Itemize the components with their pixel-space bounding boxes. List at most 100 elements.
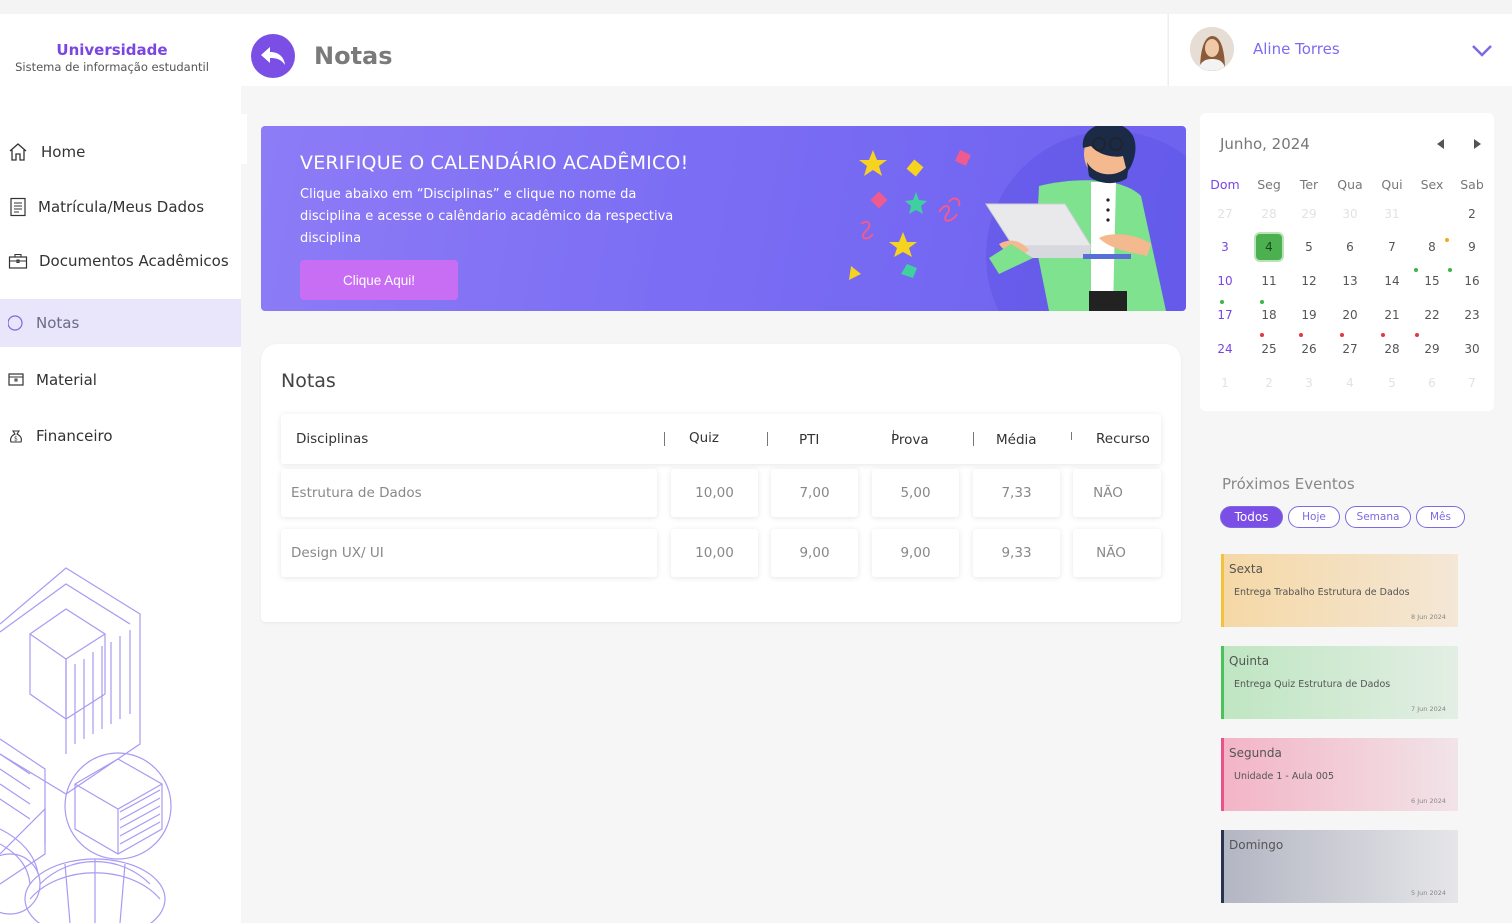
calendar-day[interactable]: 30: [1336, 202, 1364, 226]
calendar-day[interactable]: 27: [1336, 337, 1364, 361]
academic-calendar-banner: VERIFIQUE O CALENDÁRIO ACADÊMICO! Clique…: [261, 126, 1186, 311]
circle-icon: [8, 313, 28, 333]
calendar-day[interactable]: 4: [1336, 371, 1364, 395]
banner-title: VERIFIQUE O CALENDÁRIO ACADÊMICO!: [300, 152, 689, 174]
calendar-day[interactable]: 29: [1418, 337, 1446, 361]
calendar-day[interactable]: 19: [1295, 303, 1323, 327]
column-separator: [1071, 432, 1072, 440]
filter-hoje[interactable]: Hoje: [1288, 506, 1340, 528]
sidebar-item-label: Home: [41, 143, 86, 161]
event-day: Sexta: [1229, 562, 1263, 576]
calendar-day[interactable]: 5: [1378, 371, 1406, 395]
event-card[interactable]: Domingo 5 Jun 2024: [1221, 830, 1458, 903]
event-day: Domingo: [1229, 838, 1284, 852]
filter-mes[interactable]: Mês: [1416, 506, 1465, 528]
calendar-day[interactable]: 2: [1458, 202, 1486, 226]
event-description: Unidade 1 - Aula 005: [1234, 771, 1335, 782]
sidebar-item-financeiro[interactable]: $ Financeiro: [0, 412, 241, 460]
sidebar-item-documentos[interactable]: Documentos Acadêmicos: [0, 237, 241, 285]
sidebar-item-home[interactable]: Home: [0, 128, 241, 176]
column-header-quiz[interactable]: Quiz: [689, 430, 719, 446]
event-card[interactable]: Quinta Entrega Quiz Estrutura de Dados 7…: [1221, 646, 1458, 719]
calendar-day[interactable]: 17: [1211, 303, 1239, 327]
sidebar-active-notch: [237, 114, 247, 164]
calendar-day[interactable]: 23: [1458, 303, 1486, 327]
calendar-prev-icon[interactable]: [1436, 139, 1446, 149]
calendar-day[interactable]: 15: [1418, 269, 1446, 293]
chevron-down-icon[interactable]: [1471, 44, 1493, 58]
event-day: Quinta: [1229, 654, 1270, 668]
event-date: 6 Jun 2024: [1411, 797, 1446, 805]
column-header-pti[interactable]: PTI: [799, 432, 819, 448]
filter-semana[interactable]: Semana: [1345, 506, 1411, 528]
document-icon: [8, 197, 28, 217]
back-button[interactable]: [251, 34, 295, 78]
calendar-day[interactable]: 24: [1211, 337, 1239, 361]
calendar-next-icon[interactable]: [1472, 139, 1482, 149]
grade-cell-disciplina[interactable]: Design UX/ UI: [281, 529, 657, 577]
calendar-day[interactable]: 16: [1458, 269, 1486, 293]
calendar-day[interactable]: 31: [1378, 202, 1406, 226]
grade-cell-quiz: 10,00: [671, 529, 758, 577]
calendar-day[interactable]: 6: [1418, 371, 1446, 395]
event-dot-red: [1260, 333, 1264, 337]
column-header-prova[interactable]: Prova: [891, 432, 929, 448]
brand-subtitle: Sistema de informação estudantil: [15, 60, 209, 74]
sidebar-item-material[interactable]: Material: [0, 356, 241, 404]
calendar-day[interactable]: 27: [1211, 202, 1239, 226]
grade-cell-media: 7,33: [973, 469, 1060, 517]
calendar-day[interactable]: 7: [1458, 371, 1486, 395]
grade-cell-media: 9,33: [973, 529, 1060, 577]
calendar-day[interactable]: 10: [1211, 269, 1239, 293]
calendar-day[interactable]: 11: [1255, 269, 1283, 293]
event-date: 7 Jun 2024: [1411, 705, 1446, 713]
grade-cell-prova: 5,00: [872, 469, 959, 517]
calendar-day[interactable]: 28: [1378, 337, 1406, 361]
calendar-day[interactable]: 26: [1295, 337, 1323, 361]
event-dot-green: [1260, 300, 1264, 304]
calendar-day[interactable]: 13: [1336, 269, 1364, 293]
calendar-day[interactable]: 29: [1295, 202, 1323, 226]
calendar-weekday: Seg: [1257, 177, 1281, 192]
event-dot-green: [1448, 268, 1452, 272]
avatar: [1190, 27, 1234, 71]
grade-cell-prova: 9,00: [872, 529, 959, 577]
column-header-disciplinas[interactable]: Disciplinas: [296, 431, 368, 447]
calendar-day-today[interactable]: 4: [1256, 234, 1282, 260]
sidebar-item-matricula[interactable]: Matrícula/Meus Dados: [0, 183, 241, 231]
money-bag-icon: $: [8, 426, 28, 446]
calendar-day[interactable]: 20: [1336, 303, 1364, 327]
event-card[interactable]: Sexta Entrega Trabalho Estrutura de Dado…: [1221, 554, 1458, 627]
sidebar: Universidade Sistema de informação estud…: [0, 14, 241, 923]
event-dot-green: [1220, 300, 1224, 304]
calendar-day[interactable]: 3: [1211, 235, 1239, 259]
calendar-day[interactable]: 22: [1418, 303, 1446, 327]
calendar-day[interactable]: 14: [1378, 269, 1406, 293]
calendar-weekday: Dom: [1210, 177, 1240, 192]
calendar-day[interactable]: 8: [1418, 235, 1446, 259]
calendar-day[interactable]: 21: [1378, 303, 1406, 327]
calendar-day[interactable]: 9: [1458, 235, 1486, 259]
sidebar-item-notas[interactable]: Notas: [0, 299, 241, 347]
calendar-day[interactable]: 12: [1295, 269, 1323, 293]
calendar-day[interactable]: 1: [1211, 371, 1239, 395]
column-separator: [767, 432, 768, 446]
grade-cell-disciplina[interactable]: Estrutura de Dados: [281, 469, 657, 517]
calendar-day[interactable]: 6: [1336, 235, 1364, 259]
event-card[interactable]: Segunda Unidade 1 - Aula 005 6 Jun 2024: [1221, 738, 1458, 811]
home-icon: [8, 142, 28, 162]
column-header-recurso[interactable]: Recurso: [1096, 431, 1150, 447]
filter-todos[interactable]: Todos: [1220, 506, 1283, 528]
user-menu[interactable]: Aline Torres: [1168, 14, 1512, 86]
calendar-day[interactable]: 7: [1378, 235, 1406, 259]
calendar-day[interactable]: 25: [1255, 337, 1283, 361]
calendar-day[interactable]: 18: [1255, 303, 1283, 327]
banner-cta-button[interactable]: Clique Aqui!: [300, 260, 458, 300]
calendar-day[interactable]: 30: [1458, 337, 1486, 361]
student-laptop-illustration: [849, 126, 1186, 311]
calendar-day[interactable]: 2: [1255, 371, 1283, 395]
calendar-day[interactable]: 28: [1255, 202, 1283, 226]
calendar-day[interactable]: 5: [1295, 235, 1323, 259]
calendar-day[interactable]: 3: [1295, 371, 1323, 395]
column-header-media[interactable]: Média: [996, 432, 1037, 448]
